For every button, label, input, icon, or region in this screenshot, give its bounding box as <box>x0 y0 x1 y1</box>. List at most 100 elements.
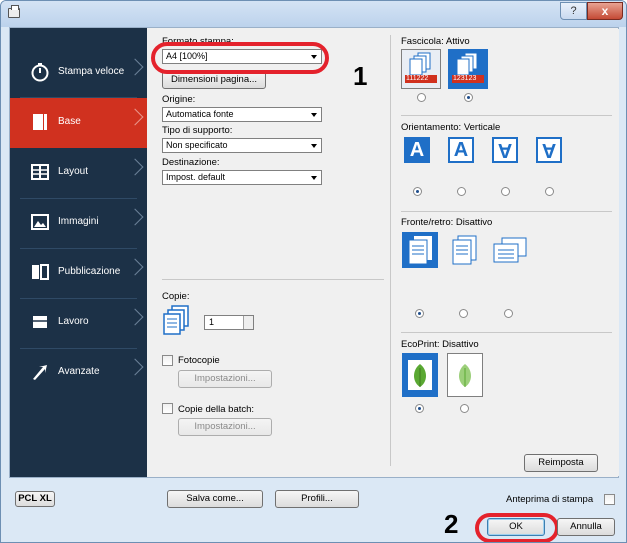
sidebar-item-label: Stampa veloce <box>58 66 125 77</box>
duplex-short-radio[interactable] <box>504 309 513 318</box>
sidebar-item-avanzate[interactable]: Avanzate <box>10 348 147 398</box>
fotocopie-checkbox[interactable] <box>162 355 173 366</box>
duplex-off-icon[interactable] <box>402 232 438 268</box>
copie-batch-label: Copie della batch: <box>178 404 255 415</box>
reimposta-button[interactable]: Reimposta <box>524 454 598 472</box>
fascicola-label: Fascicola: Attivo <box>401 36 470 47</box>
stepper-arrows-icon[interactable] <box>243 316 253 329</box>
profili-button[interactable]: Profili... <box>275 490 359 508</box>
help-button[interactable]: ? <box>560 2 587 20</box>
chevron-down-icon <box>311 176 317 180</box>
job-tray-icon <box>33 316 47 328</box>
column-divider <box>390 35 391 466</box>
annulla-button[interactable]: Annulla <box>557 518 615 536</box>
chevron-right-icon <box>126 358 144 376</box>
orient-portrait-tile[interactable]: A <box>404 137 430 163</box>
duplex-off-radio[interactable] <box>415 309 424 318</box>
orient-landscape-tile[interactable]: A <box>448 137 474 163</box>
sidebar-item-label: Pubblicazione <box>58 266 121 277</box>
origine-label: Origine: <box>162 94 196 105</box>
anteprima-label: Anteprima di stampa <box>506 494 594 505</box>
image-icon <box>31 214 49 230</box>
tipo-supporto-select[interactable]: Non specificato <box>162 138 322 153</box>
sidebar: Stampa veloce Base Layout Immagini Pubbl… <box>10 28 147 477</box>
batch-settings-button[interactable]: Impostazioni... <box>178 418 272 436</box>
collate-on-numbers: 123123 <box>453 75 477 82</box>
sidebar-item-stampa-veloce[interactable]: Stampa veloce <box>10 48 147 98</box>
print-preferences-window: ? x Stampa veloce Base Layout Immagini P… <box>0 0 627 543</box>
stopwatch-icon <box>31 63 49 82</box>
ok-button[interactable]: OK <box>487 518 545 536</box>
chevron-right-icon <box>126 158 144 176</box>
chevron-right-icon <box>126 108 144 126</box>
destinazione-label: Destinazione: <box>162 157 220 168</box>
settings-panel: Formato stampa: A4 [100%] Dimensioni pag… <box>148 29 619 476</box>
copie-stepper[interactable]: 1 <box>204 315 254 330</box>
tipo-supporto-label: Tipo di supporto: <box>162 125 233 136</box>
copie-value: 1 <box>209 317 215 327</box>
sidebar-item-layout[interactable]: Layout <box>10 148 147 198</box>
chevron-down-icon <box>311 144 317 148</box>
origine-value: Automatica fonte <box>166 109 234 119</box>
dialog-content: Stampa veloce Base Layout Immagini Pubbl… <box>9 27 619 478</box>
orient-landscape-rotated-radio[interactable] <box>545 187 554 196</box>
layout-icon <box>31 164 49 180</box>
section-divider <box>401 332 612 333</box>
chevron-right-icon <box>126 208 144 226</box>
sidebar-item-lavoro[interactable]: Lavoro <box>10 298 147 348</box>
sidebar-item-base[interactable]: Base <box>10 98 147 148</box>
ecoprint-on-tile[interactable] <box>447 353 483 397</box>
sidebar-item-label: Immagini <box>58 216 99 227</box>
duplex-long-radio[interactable] <box>459 309 468 318</box>
ecoprint-off-tile[interactable] <box>402 353 438 397</box>
chevron-right-icon <box>126 58 144 76</box>
destinazione-select[interactable]: Impost. default <box>162 170 322 185</box>
orient-landscape-rotated-tile[interactable]: A <box>536 137 562 163</box>
fotocopie-settings-button[interactable]: Impostazioni... <box>178 370 272 388</box>
fascicola-on-tile[interactable]: 123123 <box>448 49 488 89</box>
duplex-short-edge-icon[interactable] <box>490 232 528 268</box>
base-icon <box>33 114 47 130</box>
orient-landscape-radio[interactable] <box>457 187 466 196</box>
section-divider <box>401 115 612 116</box>
fascicola-off-radio[interactable] <box>417 93 426 102</box>
orient-portrait-rotated-tile[interactable]: A <box>492 137 518 163</box>
sidebar-item-pubblicazione[interactable]: Pubblicazione <box>10 248 147 298</box>
salva-come-button[interactable]: Salva come... <box>167 490 263 508</box>
chevron-right-icon <box>126 258 144 276</box>
batch-checkbox[interactable] <box>162 403 173 414</box>
orient-portrait-radio[interactable] <box>413 187 422 196</box>
title-bar: ? x <box>1 1 626 27</box>
leaf-icon <box>459 364 471 387</box>
close-button[interactable]: x <box>587 2 623 20</box>
chevron-down-icon <box>311 113 317 117</box>
sidebar-item-label: Layout <box>58 166 89 177</box>
pcl-xl-button[interactable]: PCL XL <box>15 491 55 507</box>
arrow-icon <box>33 365 47 380</box>
fascicola-on-radio[interactable] <box>464 93 473 102</box>
ecoprint-label: EcoPrint: Disattivo <box>401 339 479 350</box>
section-divider <box>401 211 612 212</box>
dialog-footer: PCL XL Salva come... Profili... Anteprim… <box>1 478 626 542</box>
ecoprint-off-radio[interactable] <box>415 404 424 413</box>
sidebar-item-label: Lavoro <box>58 316 89 327</box>
orientamento-label: Orientamento: Verticale <box>401 122 501 133</box>
fascicola-off-tile[interactable]: 111222 <box>401 49 441 89</box>
copies-icon <box>163 305 189 335</box>
duplex-long-edge-icon[interactable] <box>446 232 482 268</box>
sidebar-item-immagini[interactable]: Immagini <box>10 198 147 248</box>
origine-select[interactable]: Automatica fonte <box>162 107 322 122</box>
anteprima-checkbox[interactable] <box>604 494 615 505</box>
callout-number-2: 2 <box>444 509 459 539</box>
sidebar-item-label: Base <box>58 116 81 127</box>
publication-icon <box>32 264 49 280</box>
collate-off-numbers: 111222 <box>406 75 429 82</box>
fronte-retro-label: Fronte/retro: Disattivo <box>401 217 493 228</box>
destinazione-value: Impost. default <box>166 172 226 182</box>
callout-ring-1 <box>151 42 329 74</box>
sidebar-item-label: Avanzate <box>58 366 100 377</box>
orient-portrait-rotated-radio[interactable] <box>501 187 510 196</box>
ecoprint-on-radio[interactable] <box>460 404 469 413</box>
fotocopie-label: Fotocopie <box>178 355 220 366</box>
printer-icon <box>8 5 20 18</box>
